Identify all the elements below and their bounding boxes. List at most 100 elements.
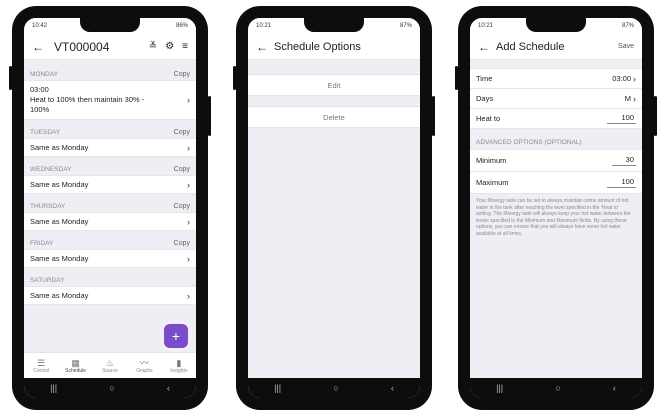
system-nav-bar: ||| ○ ‹ [24, 378, 196, 398]
day-header-wednesday: WEDNESDAY Copy [24, 157, 196, 175]
power-button [208, 96, 211, 136]
back-arrow-icon[interactable]: ← [256, 40, 274, 54]
recents-icon[interactable]: ||| [496, 383, 503, 393]
save-button[interactable]: Save [618, 43, 634, 50]
days-value: M [624, 94, 631, 103]
tab-control[interactable]: ☰ Control [24, 353, 58, 378]
gear-icon[interactable]: ⚙ [165, 41, 174, 52]
maximum-input[interactable]: 100 [607, 177, 636, 188]
day-label: FRIDAY [30, 240, 54, 247]
flame-icon: ♨ [105, 357, 115, 368]
maximum-field: Maximum 100 [470, 172, 642, 194]
tab-graphs[interactable]: 〰 Graphs [127, 353, 161, 378]
minimum-input[interactable]: 30 [611, 155, 636, 166]
screen: 10:21 87% ← Add Schedule Save Time 03:00… [470, 18, 642, 398]
schedule-value: Same as Monday [30, 180, 89, 189]
schedule-row-tuesday[interactable]: Same as Monday › [24, 138, 196, 157]
day-header-thursday: THURSDAY Copy [24, 194, 196, 212]
tab-schedule[interactable]: ▦ Schedule [58, 353, 92, 378]
page-title: Add Schedule [496, 40, 565, 53]
day-label: THURSDAY [30, 203, 66, 210]
home-icon[interactable]: ○ [555, 383, 560, 393]
field-label: Maximum [476, 178, 509, 187]
schedule-row-saturday[interactable]: Same as Monday › [24, 286, 196, 305]
status-battery: 86% [175, 23, 188, 29]
schedule-desc: Heat to 100% then maintain 30% - [30, 95, 145, 104]
back-icon[interactable]: ‹ [167, 383, 170, 393]
home-icon[interactable]: ○ [333, 383, 338, 393]
system-nav-bar: ||| ○ ‹ [248, 378, 420, 398]
copy-button[interactable]: Copy [174, 166, 190, 173]
sliders-icon: ☰ [37, 357, 46, 368]
schedule-row-monday[interactable]: 03:00 Heat to 100% then maintain 30% - 1… [24, 80, 196, 120]
back-arrow-icon[interactable]: ← [478, 40, 496, 54]
day-label: MONDAY [30, 71, 59, 78]
field-label: Heat to [476, 114, 501, 123]
status-time: 10:21 [256, 23, 272, 29]
recents-icon[interactable]: ||| [274, 383, 281, 393]
recents-icon[interactable]: ||| [50, 383, 57, 393]
volume-button [9, 66, 12, 90]
day-header-saturday: SATURDAY [24, 268, 196, 286]
menu-icon[interactable]: ≡ [182, 41, 188, 52]
bar-chart-icon: ▮ [176, 357, 182, 368]
status-time: 10:42 [32, 23, 48, 29]
section-title: ADVANCED OPTIONS (OPTIONAL) [476, 139, 582, 146]
schedule-value: Same as Monday [30, 217, 89, 226]
heat-to-input[interactable]: 100 [607, 113, 636, 124]
temperature-icon[interactable]: ≚ [149, 41, 157, 52]
edit-option[interactable]: Edit [248, 74, 420, 96]
phone-frame-schedule-options: 10:21 87% ← Schedule Options Edit Delete… [233, 6, 435, 410]
chevron-right-icon: › [187, 290, 190, 301]
power-button [654, 96, 657, 136]
copy-button[interactable]: Copy [174, 71, 190, 78]
tab-label: Schedule [65, 367, 87, 374]
back-icon[interactable]: ‹ [613, 383, 616, 393]
schedule-row-thursday[interactable]: Same as Monday › [24, 212, 196, 231]
chevron-right-icon: › [633, 93, 636, 104]
chevron-right-icon: › [187, 142, 190, 153]
tab-label: Source [102, 367, 118, 374]
status-battery: 87% [399, 23, 412, 29]
day-header-friday: FRIDAY Copy [24, 231, 196, 249]
calendar-icon: ▦ [71, 357, 80, 368]
app-bar: ← Schedule Options [248, 34, 420, 60]
screen: 10:21 87% ← Schedule Options Edit Delete… [248, 18, 420, 398]
time-field[interactable]: Time 03:00 › [470, 69, 642, 89]
delete-option[interactable]: Delete [248, 106, 420, 128]
tab-label: Graphs [136, 367, 153, 374]
volume-button [233, 66, 236, 90]
page-title: VT000004 [54, 39, 110, 54]
help-text: Your Mixergy tank can be set to always m… [476, 198, 631, 237]
field-label: Time [476, 74, 493, 83]
back-icon[interactable]: ‹ [391, 383, 394, 393]
copy-button[interactable]: Copy [174, 240, 190, 247]
chevron-right-icon: › [633, 73, 636, 84]
schedule-time: 03:00 [30, 85, 49, 94]
schedule-value: Same as Monday [30, 291, 89, 300]
tab-source[interactable]: ♨ Source [93, 353, 127, 378]
field-label: Minimum [476, 156, 507, 165]
screen: 10:42 86% ← VT000004 ≚ ⚙ ≡ MONDAY Copy 0… [24, 18, 196, 398]
heat-to-field: Heat to 100 [470, 109, 642, 129]
schedule-row-wednesday[interactable]: Same as Monday › [24, 175, 196, 194]
day-header-tuesday: TUESDAY Copy [24, 120, 196, 138]
bottom-tab-bar: ☰ Control ▦ Schedule ♨ Source 〰 Graphs ▮… [24, 352, 196, 378]
status-time: 10:21 [478, 23, 494, 29]
copy-button[interactable]: Copy [174, 203, 190, 210]
schedule-row-friday[interactable]: Same as Monday › [24, 249, 196, 268]
status-battery: 87% [621, 23, 634, 29]
day-label: WEDNESDAY [30, 166, 72, 173]
app-bar: ← VT000004 ≚ ⚙ ≡ [24, 34, 196, 60]
back-arrow-icon[interactable]: ← [32, 40, 50, 54]
copy-button[interactable]: Copy [174, 129, 190, 136]
tab-insights[interactable]: ▮ Insights [162, 353, 196, 378]
camera-notch [80, 18, 140, 32]
days-field[interactable]: Days M › [470, 89, 642, 109]
home-icon[interactable]: ○ [109, 383, 114, 393]
field-label: Days [476, 94, 494, 103]
add-schedule-button[interactable]: + [164, 324, 188, 348]
advanced-options-label: ADVANCED OPTIONS (OPTIONAL) [470, 129, 642, 149]
time-value: 03:00 [612, 74, 631, 83]
camera-notch [304, 18, 364, 32]
